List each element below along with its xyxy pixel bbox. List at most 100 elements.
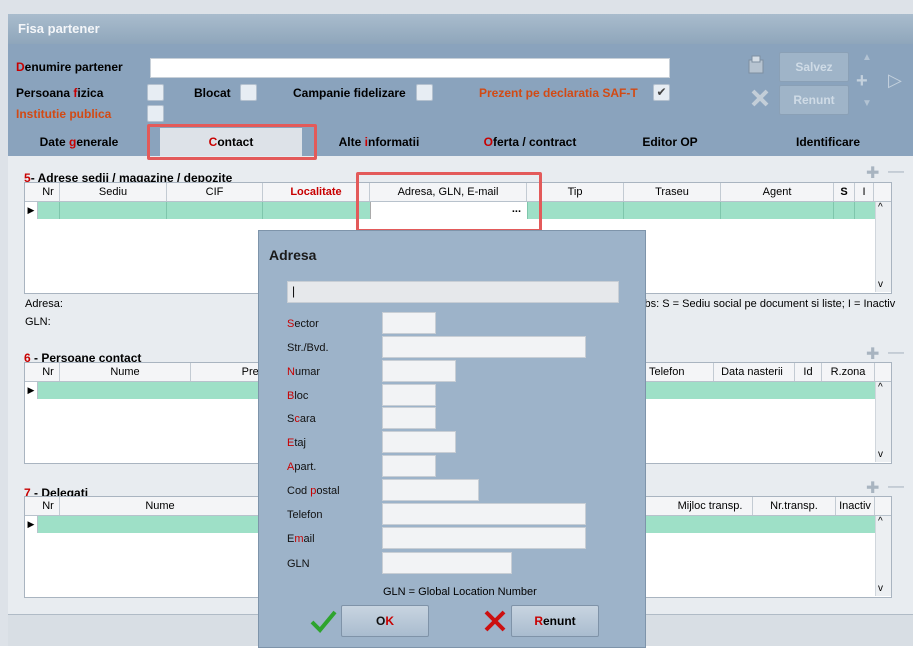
- tab-bar: Date generale Contact Alte informatii Of…: [8, 128, 913, 156]
- blocat-checkbox[interactable]: [240, 84, 257, 101]
- scroll-up-icon[interactable]: ^: [878, 382, 883, 393]
- col-s[interactable]: S: [834, 183, 855, 201]
- remove-address-icon[interactable]: —: [888, 163, 904, 181]
- sector-input[interactable]: [382, 312, 436, 334]
- window-title: Fisa partener: [18, 21, 100, 36]
- col-traseu[interactable]: Traseu: [624, 183, 721, 201]
- persoana-fizica-checkbox[interactable]: [147, 84, 164, 101]
- tab-alte-informatii[interactable]: Alte informatii: [318, 128, 440, 156]
- bloc-input[interactable]: [382, 384, 436, 406]
- col-sediu[interactable]: Sediu: [60, 183, 167, 201]
- scara-label: Scara: [287, 413, 316, 425]
- col-data-nasterii[interactable]: Data nasterii: [710, 363, 795, 381]
- denumire-label-text: enumire partener: [24, 60, 123, 74]
- save-icon: [746, 54, 768, 76]
- remove-contact-icon[interactable]: —: [888, 344, 904, 362]
- col-nr[interactable]: Nr: [37, 363, 60, 381]
- email-label: Email: [287, 533, 315, 545]
- col-rzona[interactable]: R.zona: [822, 363, 875, 381]
- cancel-button[interactable]: Renunt: [779, 85, 849, 115]
- tab-identificare[interactable]: Identificare: [773, 128, 883, 156]
- gln-input[interactable]: [382, 552, 512, 574]
- campanie-checkbox[interactable]: [416, 84, 433, 101]
- ok-button[interactable]: OK: [341, 605, 429, 637]
- adresa-dialog: Adresa | Sector Str./Bvd. Numar Bloc Sca…: [258, 230, 646, 648]
- row-pointer-icon: ▶: [25, 382, 38, 399]
- blocat-label: Blocat: [194, 86, 231, 100]
- gln-field-label: GLN: [287, 558, 310, 570]
- next-arrow-icon[interactable]: ▷: [888, 70, 902, 91]
- highlight-adresa-column: [356, 172, 542, 232]
- scroll-up-icon[interactable]: ^: [878, 202, 883, 213]
- gln-note: GLN = Global Location Number: [383, 586, 537, 598]
- add-contact-icon[interactable]: ✚: [866, 344, 879, 364]
- numar-label: Numar: [287, 366, 321, 378]
- numar-input[interactable]: [382, 360, 456, 382]
- cod-postal-label: Cod postal: [287, 485, 340, 497]
- col-mijloc-transp[interactable]: Mijloc transp.: [668, 497, 753, 515]
- saft-checkbox[interactable]: ✔: [653, 84, 670, 101]
- up-arrow-icon[interactable]: ▲: [862, 52, 872, 63]
- add-delegate-icon[interactable]: ✚: [866, 478, 879, 498]
- dialog-title: Adresa: [269, 247, 317, 263]
- save-button[interactable]: Salvez: [779, 52, 849, 82]
- title-bar: Fisa partener: [8, 14, 913, 44]
- col-nr[interactable]: Nr: [37, 497, 60, 515]
- apart-label: Apart.: [287, 461, 317, 473]
- telefon-input[interactable]: [382, 503, 586, 525]
- obs-text: Obs: S = Sediu social pe document si lis…: [636, 298, 896, 310]
- strada-input[interactable]: [382, 336, 586, 358]
- campanie-label: Campanie fidelizare: [293, 86, 406, 100]
- scroll-down-icon[interactable]: v: [878, 449, 883, 460]
- row-pointer-icon: ▶: [25, 516, 38, 533]
- adresa-label: Adresa:: [25, 298, 63, 310]
- col-agent[interactable]: Agent: [721, 183, 834, 201]
- saft-label: Prezent pe declaratia SAF-T: [479, 86, 638, 100]
- tab-editor-op[interactable]: Editor OP: [620, 128, 720, 156]
- denumire-input[interactable]: [150, 58, 670, 78]
- col-telefon[interactable]: Telefon: [645, 363, 714, 381]
- persoana-fizica-label: Persoana fizica: [16, 86, 104, 100]
- scara-input[interactable]: [382, 407, 436, 429]
- scroll-down-icon[interactable]: v: [878, 583, 883, 594]
- col-nume[interactable]: Nume: [60, 363, 191, 381]
- plus-icon[interactable]: +: [856, 70, 868, 93]
- check-icon: [309, 607, 337, 635]
- col-nr[interactable]: Nr: [37, 183, 60, 201]
- denumire-label: Denumire partener: [16, 60, 123, 74]
- down-arrow-icon[interactable]: ▼: [862, 98, 872, 109]
- tab-oferta-contract[interactable]: Oferta / contract: [460, 128, 600, 156]
- col-nume[interactable]: Nume: [60, 497, 261, 515]
- col-i[interactable]: I: [855, 183, 874, 201]
- telefon-label: Telefon: [287, 509, 323, 521]
- remove-delegate-icon[interactable]: —: [888, 478, 904, 496]
- tab-date-generale[interactable]: Date generale: [18, 128, 140, 156]
- cancel-x-icon: [483, 609, 507, 633]
- institutie-checkbox[interactable]: [147, 105, 164, 122]
- row-pointer-icon: ▶: [25, 202, 38, 219]
- delegates-scrollbar[interactable]: ^ v: [875, 516, 891, 596]
- contacts-scrollbar[interactable]: ^ v: [875, 382, 891, 462]
- col-id[interactable]: Id: [795, 363, 822, 381]
- email-input[interactable]: [382, 527, 586, 549]
- scroll-down-icon[interactable]: v: [878, 279, 883, 290]
- etaj-label: Etaj: [287, 437, 306, 449]
- col-inactiv[interactable]: Inactiv: [836, 497, 875, 515]
- add-address-icon[interactable]: ✚: [866, 163, 879, 183]
- gln-label: GLN:: [25, 316, 51, 328]
- col-nr-transp[interactable]: Nr.transp.: [753, 497, 836, 515]
- address-summary-field[interactable]: |: [287, 281, 619, 303]
- col-cif[interactable]: CIF: [167, 183, 263, 201]
- bloc-label: Bloc: [287, 390, 309, 402]
- apart-input[interactable]: [382, 455, 436, 477]
- addresses-scrollbar[interactable]: ^ v: [875, 202, 891, 292]
- scroll-up-icon[interactable]: ^: [878, 516, 883, 527]
- col-localitate[interactable]: Localitate: [263, 183, 370, 201]
- cancel-icon: [750, 88, 770, 108]
- institutie-label: Institutie publica: [16, 107, 112, 121]
- etaj-input[interactable]: [382, 431, 456, 453]
- sector-label: Sector: [287, 318, 319, 330]
- cod-postal-input[interactable]: [382, 479, 479, 501]
- dialog-cancel-button[interactable]: Renunt: [511, 605, 599, 637]
- highlight-contact-tab: [147, 124, 317, 160]
